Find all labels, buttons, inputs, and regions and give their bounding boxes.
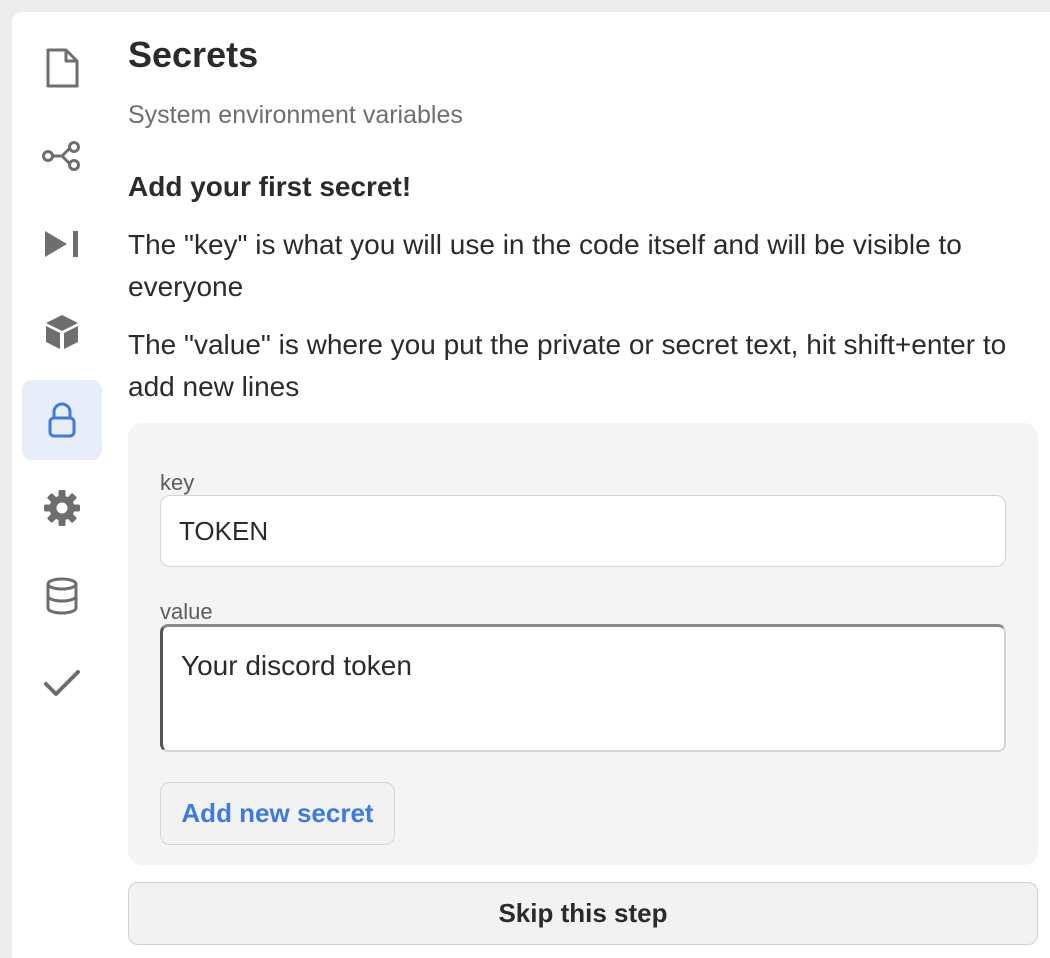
app-panel: Secrets System environment variables Add… [12,12,1050,958]
checkmark-icon [44,670,80,696]
sidebar-item-run[interactable] [22,204,102,284]
sidebar-item-settings[interactable] [22,468,102,548]
sidebar-item-packages[interactable] [22,292,102,372]
value-textarea[interactable]: Your discord token [160,624,1006,752]
secret-form-card: key value Your discord token Add new sec… [128,423,1038,865]
sidebar-item-share[interactable] [22,116,102,196]
skip-step-button[interactable]: Skip this step [128,882,1038,945]
key-description: The "key" is what you will use in the co… [128,229,962,302]
add-new-secret-button[interactable]: Add new secret [160,782,395,845]
document-icon [46,48,79,88]
sidebar-item-file[interactable] [22,28,102,108]
sidebar-item-done[interactable] [22,644,102,724]
sidebar-nav [22,28,102,732]
database-icon [46,577,78,615]
share-nodes-icon [42,141,80,171]
page-title: Secrets [128,34,259,75]
sidebar-item-secrets[interactable] [22,380,102,460]
value-label: value [160,599,213,624]
page-subtitle: System environment variables [128,101,463,129]
key-input[interactable] [160,495,1006,567]
section-heading: Add your first secret! [128,171,412,202]
gear-icon [44,490,80,526]
lock-icon [48,402,76,438]
sidebar-item-database[interactable] [22,556,102,636]
key-label: key [160,470,195,495]
skip-forward-icon [45,231,78,257]
value-description: The "value" is where you put the private… [128,329,1007,402]
cube-icon [46,315,78,349]
